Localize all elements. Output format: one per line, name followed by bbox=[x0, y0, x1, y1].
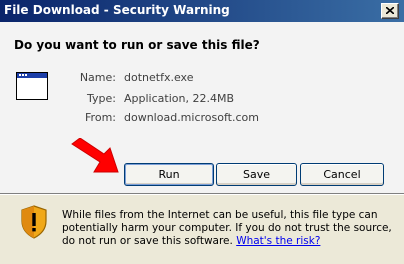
warning-panel: While files from the Internet can be use… bbox=[0, 195, 404, 264]
window-title: File Download - Security Warning bbox=[4, 3, 230, 17]
run-button[interactable]: Run bbox=[124, 163, 214, 186]
save-button[interactable]: Save bbox=[216, 163, 297, 186]
risk-link[interactable]: What's the risk? bbox=[236, 235, 320, 247]
name-value: dotnetfx.exe bbox=[124, 71, 194, 84]
title-bar[interactable]: File Download - Security Warning bbox=[0, 0, 404, 22]
dialog-question: Do you want to run or save this file? bbox=[14, 38, 260, 52]
name-label: Name: bbox=[79, 71, 116, 84]
close-icon bbox=[386, 7, 394, 14]
application-window-icon bbox=[16, 72, 48, 100]
cancel-button[interactable]: Cancel bbox=[300, 163, 384, 186]
type-value: Application, 22.4MB bbox=[124, 92, 234, 105]
red-arrow-icon bbox=[71, 138, 119, 173]
warning-message: While files from the Internet can be use… bbox=[62, 209, 392, 248]
from-value: download.microsoft.com bbox=[124, 111, 259, 124]
close-button[interactable] bbox=[381, 3, 399, 19]
type-label: Type: bbox=[87, 92, 116, 105]
file-info-panel: Do you want to run or save this file? Na… bbox=[0, 22, 404, 193]
shield-warning-icon bbox=[21, 205, 47, 239]
warning-text: While files from the Internet can be use… bbox=[62, 209, 392, 247]
from-label: From: bbox=[85, 111, 116, 124]
